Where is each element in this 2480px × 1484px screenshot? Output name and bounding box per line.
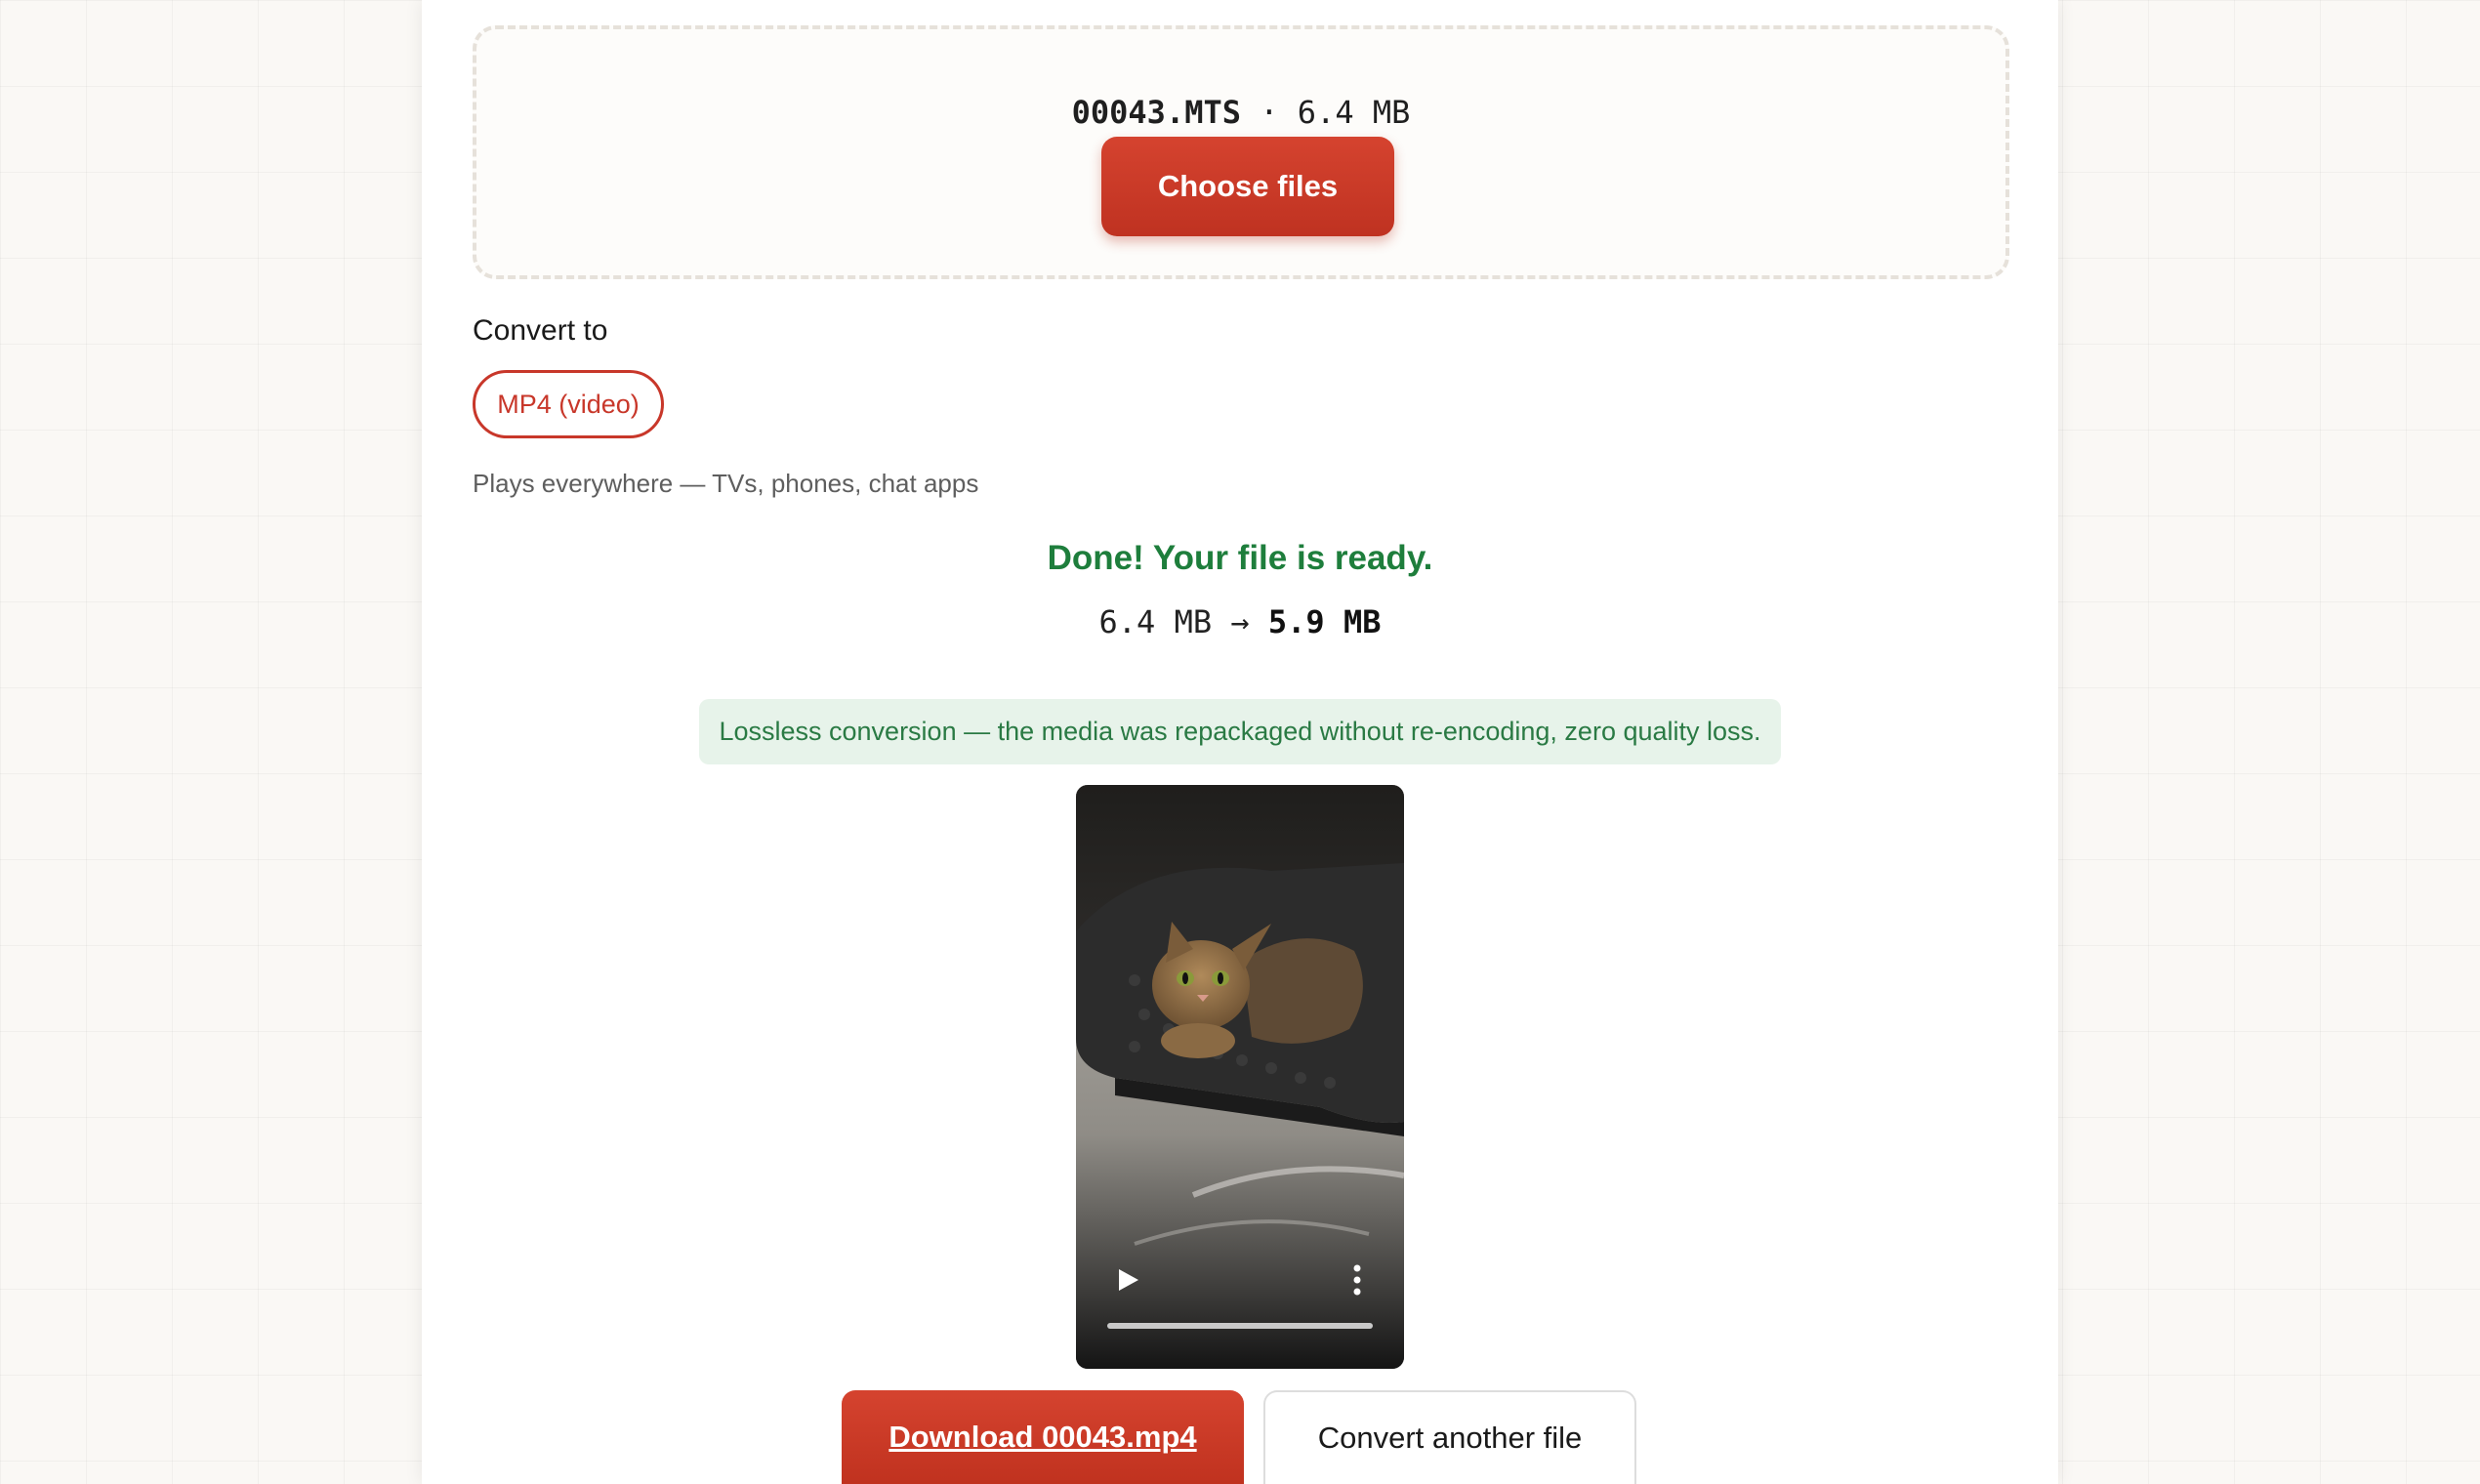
video-player[interactable]	[1076, 785, 1404, 1369]
convert-another-button[interactable]: Convert another file	[1263, 1390, 1636, 1484]
lossless-notice: Lossless conversion — the media was repa…	[699, 699, 1781, 764]
new-size: 5.9 MB	[1267, 603, 1382, 640]
convert-to-label: Convert to	[473, 314, 608, 347]
video-progress-bar[interactable]	[1107, 1323, 1373, 1329]
play-icon[interactable]	[1113, 1265, 1142, 1295]
size-comparison: 6.4 MB → 5.9 MB	[422, 603, 2058, 640]
file-size: 6.4 MB	[1297, 94, 1411, 131]
original-size: 6.4 MB	[1098, 603, 1213, 640]
success-message: Done! Your file is ready.	[1047, 539, 1433, 577]
selected-file-info: 00043.MTS · 6.4 MB	[476, 94, 2005, 131]
file-dropzone[interactable]: 00043.MTS · 6.4 MB Choose files	[473, 25, 2009, 279]
format-hint: Plays everywhere — TVs, phones, chat app…	[473, 469, 979, 498]
file-info-separator: ·	[1241, 94, 1298, 131]
more-vertical-icon[interactable]	[1347, 1263, 1367, 1297]
converter-card: 00043.MTS · 6.4 MB Choose files Convert …	[422, 0, 2058, 1484]
format-option-mp4[interactable]: MP4 (video)	[473, 370, 664, 438]
download-button[interactable]: Download 00043.mp4	[842, 1390, 1244, 1484]
choose-files-button[interactable]: Choose files	[1101, 137, 1394, 236]
size-arrow: →	[1212, 603, 1268, 640]
file-name: 00043.MTS	[1071, 94, 1241, 131]
